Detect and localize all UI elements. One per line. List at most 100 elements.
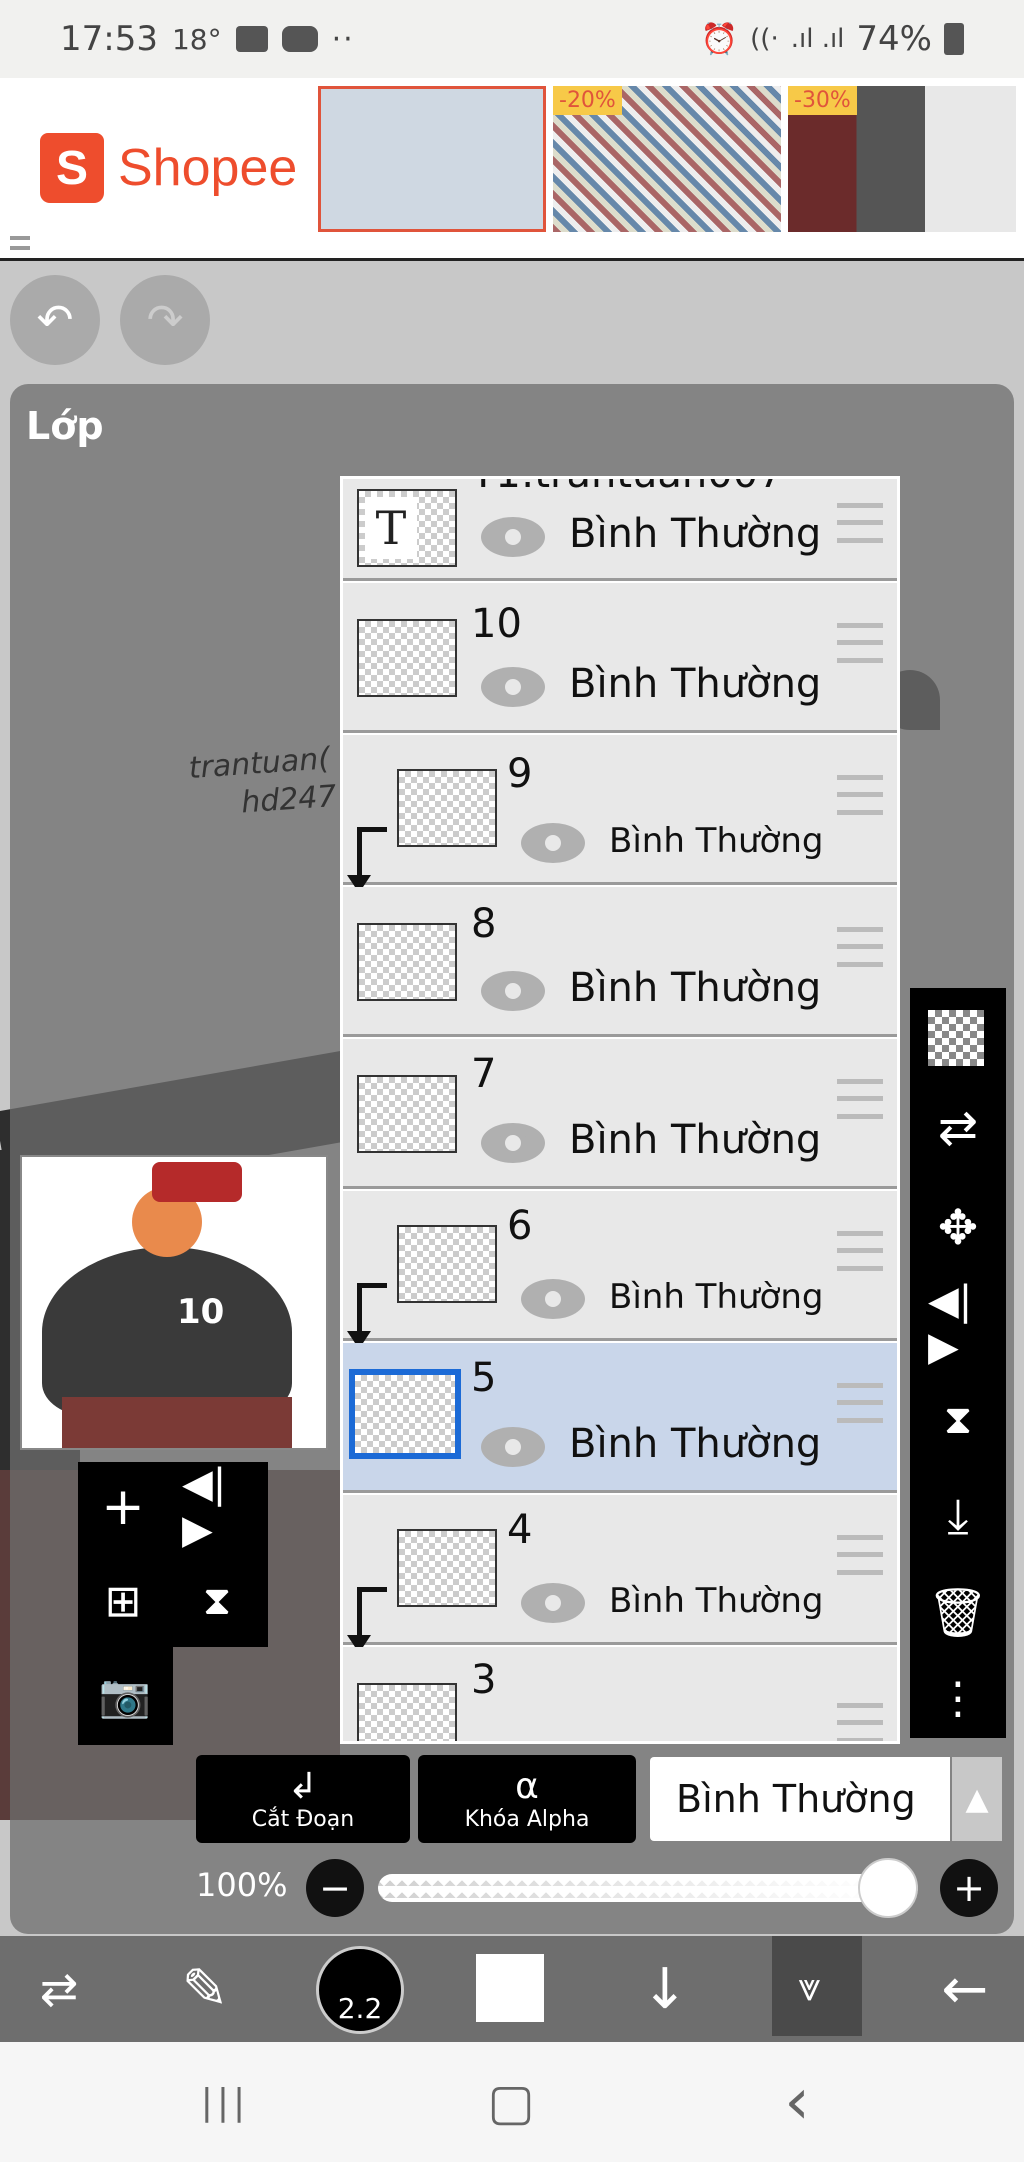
drag-handle-icon[interactable] xyxy=(837,1383,883,1423)
arrow-down-icon: ↓ xyxy=(641,1956,689,2022)
minus-icon: − xyxy=(319,1866,351,1910)
layer-name: 4 xyxy=(507,1507,533,1553)
brush-button[interactable]: ✎ xyxy=(160,1944,250,2034)
back-button[interactable]: ← xyxy=(920,1944,1010,2034)
visibility-eye-icon[interactable] xyxy=(481,971,545,1011)
layer-thumbnail xyxy=(357,1075,457,1153)
layer-row[interactable]: 3 xyxy=(343,1647,897,1741)
layer-thumbnail xyxy=(397,1225,497,1303)
discount-badge: -20% xyxy=(553,86,622,115)
recents-icon: ||| xyxy=(200,2081,250,2123)
ad-banner[interactable]: S Shopee -20% -30% xyxy=(0,78,1024,258)
drag-handle-icon[interactable] xyxy=(837,623,883,663)
visibility-eye-icon[interactable] xyxy=(481,517,545,557)
layer-row[interactable]: 6 Bình Thường xyxy=(343,1191,897,1349)
lock-icon: α xyxy=(515,1765,539,1807)
bottom-toolbar: ⇄ ✎ 2.2 ↓ ⩔ ← xyxy=(0,1936,1024,2042)
ad-product-card[interactable]: -30% xyxy=(788,86,1016,232)
add-layer-button[interactable]: + xyxy=(88,1472,158,1542)
swap-layer-button[interactable]: ⇄ xyxy=(928,1098,988,1158)
camera-button[interactable]: 📷 xyxy=(90,1661,160,1731)
layer-name: T1:trantuan007 xyxy=(471,479,784,497)
preview-jersey-number: 10 xyxy=(177,1292,225,1332)
wifi-icon: ((· xyxy=(750,24,779,54)
undo-button[interactable]: ↶ xyxy=(10,275,100,365)
text-layer-icon: T xyxy=(365,497,417,559)
clipping-arrow-icon xyxy=(347,1283,387,1349)
flip-vertical-button[interactable]: ⧗ xyxy=(182,1566,252,1636)
drag-handle-icon[interactable] xyxy=(837,775,883,815)
visibility-eye-icon[interactable] xyxy=(481,1123,545,1163)
shopee-logo[interactable]: S Shopee xyxy=(0,78,310,258)
visibility-eye-icon[interactable] xyxy=(521,823,585,863)
status-left: 17:53 18° ·· xyxy=(60,19,355,59)
layer-blend-mode: Bình Thường xyxy=(569,965,822,1011)
flip-h-button[interactable]: ◀|▶ xyxy=(928,1278,988,1370)
home-button[interactable]: ▢ xyxy=(466,2072,556,2132)
layer-row-selected[interactable]: 5 Bình Thường xyxy=(343,1343,897,1493)
layer-down-button[interactable]: ↓ xyxy=(620,1944,710,2034)
layer-row[interactable]: 9 Bình Thường xyxy=(343,735,897,893)
blend-mode-dropdown-button[interactable]: ▲ xyxy=(952,1757,1002,1841)
tool-select-button[interactable]: ⇄ xyxy=(14,1944,104,2034)
layer-thumbnail xyxy=(357,619,457,697)
clipping-arrow-icon xyxy=(347,1587,387,1653)
clipping-label: Cắt Đoạn xyxy=(251,1806,355,1832)
redo-icon: ↷ xyxy=(146,294,184,346)
flip-horizontal-button[interactable]: ◀|▶ xyxy=(182,1461,252,1553)
opacity-slider-handle[interactable] xyxy=(858,1858,918,1918)
layer-row[interactable]: 4 Bình Thường xyxy=(343,1495,897,1653)
blend-mode-select[interactable]: Bình Thường xyxy=(650,1757,950,1841)
system-nav-bar: ||| ▢ ‹ xyxy=(0,2042,1024,2162)
clipping-button[interactable]: ↲ Cắt Đoạn xyxy=(196,1755,410,1843)
discount-badge: -30% xyxy=(788,86,857,115)
opacity-slider[interactable] xyxy=(378,1874,918,1902)
layer-row[interactable]: T T1:trantuan007 Bình Thường xyxy=(343,479,897,581)
layer-name: 8 xyxy=(471,901,497,947)
color-swatch-button[interactable] xyxy=(476,1954,544,2022)
layers-toggle-button[interactable]: ⩔ xyxy=(772,1936,862,2036)
layer-tools-sidebar: ⇄ ✥ ◀|▶ ⧗ ⤓ 🗑 ⋮ xyxy=(910,988,1006,1738)
drag-handle-icon[interactable] xyxy=(837,1231,883,1271)
delete-layer-button[interactable]: 🗑 xyxy=(928,1582,989,1642)
alpha-lock-button[interactable]: α Khóa Alpha xyxy=(418,1755,636,1843)
drag-handle-icon[interactable] xyxy=(837,1535,883,1575)
visibility-eye-icon[interactable] xyxy=(521,1583,585,1623)
drag-handle-icon[interactable] xyxy=(837,1703,883,1741)
transparent-layer-button[interactable] xyxy=(928,1010,984,1066)
ad-menu-icon[interactable] xyxy=(10,236,30,250)
flip-horizontal-icon: ◀|▶ xyxy=(928,1278,973,1370)
opacity-slider-fill xyxy=(378,1874,888,1902)
opacity-increase-button[interactable]: + xyxy=(940,1859,998,1917)
layer-name: 6 xyxy=(507,1203,533,1249)
visibility-eye-icon[interactable] xyxy=(481,667,545,707)
visibility-eye-icon[interactable] xyxy=(521,1279,585,1319)
drag-handle-icon[interactable] xyxy=(837,927,883,967)
layer-thumbnail: T xyxy=(357,489,457,567)
layer-list[interactable]: T T1:trantuan007 Bình Thường 10 Bình Thư… xyxy=(340,476,900,1744)
flip-v-button[interactable]: ⧗ xyxy=(928,1390,988,1450)
merge-down-button[interactable]: ⤓ xyxy=(928,1486,988,1546)
brush-size-value: 2.2 xyxy=(337,1992,383,2025)
canvas-preview[interactable]: 10 xyxy=(20,1155,328,1450)
ad-product-card[interactable] xyxy=(318,86,546,232)
visibility-eye-icon[interactable] xyxy=(481,1427,545,1467)
ad-product-card[interactable]: -20% xyxy=(553,86,781,232)
recent-apps-button[interactable]: ||| xyxy=(180,2072,270,2132)
nav-back-button[interactable]: ‹ xyxy=(752,2065,842,2139)
layer-name: 10 xyxy=(471,601,522,647)
add-layer-copy-button[interactable]: ⊞ xyxy=(88,1566,158,1636)
brush-size-button[interactable]: 2.2 xyxy=(316,1946,404,2034)
move-button[interactable]: ✥ xyxy=(928,1198,988,1258)
battery-percent: 74% xyxy=(856,19,932,59)
drag-handle-icon[interactable] xyxy=(837,503,883,543)
redo-button[interactable]: ↷ xyxy=(120,275,210,365)
layer-row[interactable]: 7 Bình Thường xyxy=(343,1039,897,1189)
drag-handle-icon[interactable] xyxy=(837,1079,883,1119)
layer-row[interactable]: 10 Bình Thường xyxy=(343,583,897,733)
layer-row[interactable]: 8 Bình Thường xyxy=(343,887,897,1037)
temperature: 18° xyxy=(171,22,222,56)
opacity-decrease-button[interactable]: − xyxy=(306,1859,364,1917)
canvas-signature: trantuan( hd247 xyxy=(188,740,338,826)
more-button[interactable]: ⋮ xyxy=(928,1668,988,1728)
